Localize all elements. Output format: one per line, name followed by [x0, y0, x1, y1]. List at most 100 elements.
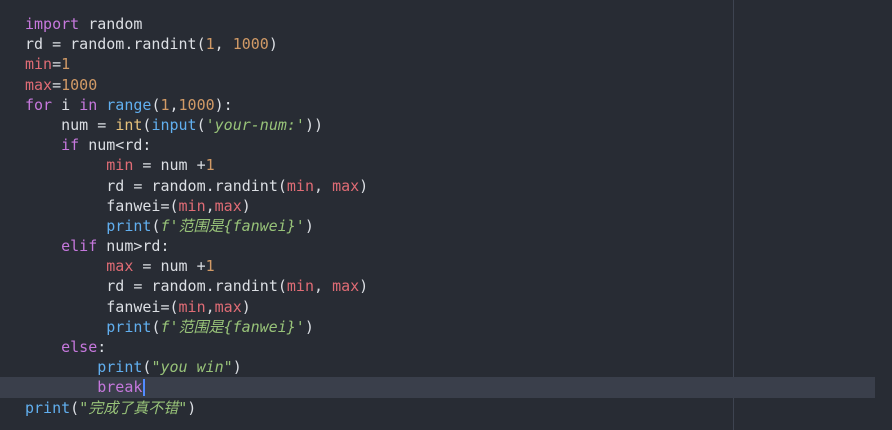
code-lines[interactable]: import random rd = random.randint(1, 1000… [0, 14, 875, 418]
code-token: = [52, 75, 62, 94]
code-token: 1 [205, 257, 215, 276]
code-line[interactable]: max = num +1 [25, 256, 875, 276]
code-token: int [115, 115, 143, 134]
code-token: for [25, 95, 53, 114]
code-token: num>rd: [97, 237, 170, 256]
code-token: ) [241, 297, 251, 316]
code-token: = [52, 55, 62, 74]
code-token: print [106, 216, 152, 235]
code-token: rd = random.randint( [25, 176, 287, 195]
code-line[interactable]: fanwei=(min,max) [25, 297, 875, 317]
code-token: , [314, 277, 333, 296]
code-editor[interactable]: import random rd = random.randint(1, 1000… [0, 0, 892, 430]
code-token: print [25, 398, 71, 417]
code-token: f'范围是{fanwei}' [160, 216, 305, 235]
code-line[interactable]: print(f'范围是{fanwei}') [25, 317, 875, 337]
code-line[interactable]: break [0, 377, 875, 398]
code-line[interactable]: fanwei=(min,max) [25, 196, 875, 216]
code-token: max [332, 277, 360, 296]
code-token: ): [214, 95, 233, 114]
code-token: ( [196, 115, 206, 134]
code-token: min [178, 297, 206, 316]
code-token: = num + [133, 156, 206, 175]
code-line[interactable]: rd = random.randint(min, max) [25, 276, 875, 296]
code-token: "完成了真不错" [79, 398, 188, 417]
code-token: max [332, 176, 360, 195]
code-token: rd = random.randint( [25, 277, 287, 296]
code-token: ) [359, 176, 369, 195]
code-token: , [214, 35, 233, 54]
code-token: random [79, 15, 143, 33]
code-token: fanwei=( [25, 196, 179, 215]
code-token: min [178, 196, 206, 215]
code-token: i [52, 95, 80, 114]
code-token: ) [241, 196, 251, 215]
code-line[interactable]: print(f'范围是{fanwei}') [25, 216, 875, 236]
code-token: rd = random.randint( [25, 35, 206, 54]
code-token: min [106, 156, 134, 175]
code-token: 1 [205, 156, 215, 175]
code-token: max [25, 75, 53, 94]
code-token: , [314, 176, 333, 195]
code-line[interactable]: min=1 [25, 54, 875, 74]
code-token: input [151, 115, 197, 134]
code-token: ) [359, 277, 369, 296]
code-token: ) [304, 317, 314, 336]
code-token: 1 [160, 95, 170, 114]
code-token: max [106, 257, 134, 276]
code-token: "you win" [151, 358, 233, 377]
code-token: break [97, 378, 143, 397]
code-line[interactable]: min = num +1 [25, 155, 875, 175]
code-line[interactable]: num = int(input('your-num:')) [25, 115, 875, 135]
code-line[interactable]: rd = random.randint(1, 1000) [25, 34, 875, 54]
code-token: print [97, 358, 143, 377]
code-token: fanwei=( [25, 297, 179, 316]
code-token: print [106, 317, 152, 336]
code-token: max [214, 196, 242, 215]
code-line[interactable]: max=1000 [25, 75, 875, 95]
code-token: )) [304, 115, 324, 134]
code-token: ) [187, 398, 197, 417]
code-line[interactable]: for i in range(1,1000): [25, 95, 875, 115]
code-token: ) [232, 358, 242, 377]
code-token: ) [304, 216, 314, 235]
code-token: if [61, 136, 80, 155]
code-token: in [79, 95, 98, 114]
code-line[interactable]: else: [25, 337, 875, 357]
code-token: 'your-num:' [205, 115, 305, 134]
code-line[interactable]: if num<rd: [25, 135, 875, 155]
code-token: import [25, 15, 80, 33]
code-token: ) [268, 35, 278, 54]
code-token: , [169, 95, 179, 114]
code-token: 1000 [232, 35, 269, 54]
code-token: num = [25, 115, 116, 134]
code-token: min [25, 55, 53, 74]
code-line[interactable]: import random [25, 14, 875, 34]
code-token: f'范围是{fanwei}' [160, 317, 305, 336]
code-line[interactable]: print("完成了真不错") [25, 398, 875, 418]
code-token: else [61, 338, 98, 356]
code-line[interactable]: elif num>rd: [25, 236, 875, 256]
code-token: , [205, 196, 215, 215]
code-token: 1000 [61, 75, 98, 94]
code-token: min [286, 277, 314, 296]
code-token: max [214, 297, 242, 316]
code-line[interactable]: print("you win") [25, 357, 875, 377]
code-token: range [106, 95, 152, 114]
code-token: elif [61, 237, 98, 256]
code-token: min [286, 176, 314, 195]
code-token: num<rd: [79, 136, 152, 155]
code-token: , [205, 297, 215, 316]
code-token: ( [70, 398, 80, 417]
code-line[interactable]: rd = random.randint(min, max) [25, 176, 875, 196]
code-token: 1000 [178, 95, 215, 114]
